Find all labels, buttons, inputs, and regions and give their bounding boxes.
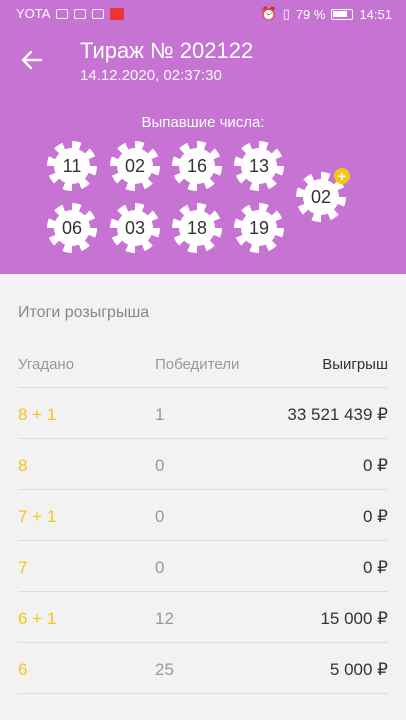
table-row: 6 + 1 12 15 000 ₽ xyxy=(18,592,388,643)
drawn-ball: 02 xyxy=(110,141,160,191)
battery-icon xyxy=(331,8,354,20)
status-bar: YOTA ⏰ ▯ 79 % 14:51 xyxy=(0,0,406,28)
back-button[interactable] xyxy=(16,44,48,76)
table-header: Угадано Победители Выигрыш xyxy=(18,341,388,388)
draw-header: Тираж № 202122 14.12.2020, 02:37:30 Выпа… xyxy=(0,28,406,274)
drawn-ball: 13 xyxy=(234,141,284,191)
table-row: 8 + 1 1 33 521 439 ₽ xyxy=(18,388,388,439)
drawn-ball: 11 xyxy=(47,141,97,191)
table-row: 8 0 0 ₽ xyxy=(18,439,388,490)
results-table: Угадано Победители Выигрыш 8 + 1 1 33 52… xyxy=(18,341,388,694)
alarm-icon: ⏰ xyxy=(260,6,277,21)
signal-icon xyxy=(56,8,69,19)
column-prize: Выигрыш xyxy=(322,356,388,373)
column-guessed: Угадано xyxy=(18,356,75,373)
page-title: Тираж № 202122 xyxy=(80,38,254,63)
message-icon xyxy=(74,8,87,19)
table-row: 6 25 5 000 ₽ xyxy=(18,643,388,694)
app-notification-icon xyxy=(110,7,125,20)
clock: 14:51 xyxy=(359,6,392,22)
table-row: 7 + 1 0 0 ₽ xyxy=(18,490,388,541)
drawn-numbers-label: Выпавшие числа: xyxy=(141,114,265,131)
drawn-ball: 16 xyxy=(172,141,222,191)
drawn-ball: 06 xyxy=(47,203,97,253)
table-row: 7 0 0 ₽ xyxy=(18,541,388,592)
battery-percent: 79 % xyxy=(295,6,326,22)
draw-datetime: 14.12.2020, 02:37:30 xyxy=(80,67,222,84)
drawn-ball: 18 xyxy=(172,203,222,253)
bonus-ball: 02 + xyxy=(296,168,350,222)
carrier-label: YOTA xyxy=(16,6,51,21)
results-title: Итоги розыгрыша xyxy=(18,304,150,321)
drawn-ball: 03 xyxy=(110,203,160,253)
drawn-ball: 19 xyxy=(234,203,284,253)
voicemail-icon xyxy=(92,8,105,19)
plus-icon: + xyxy=(334,168,350,184)
vibrate-icon: ▯ xyxy=(282,6,290,21)
arrow-left-icon xyxy=(21,50,43,70)
column-winners: Победители xyxy=(155,356,240,373)
